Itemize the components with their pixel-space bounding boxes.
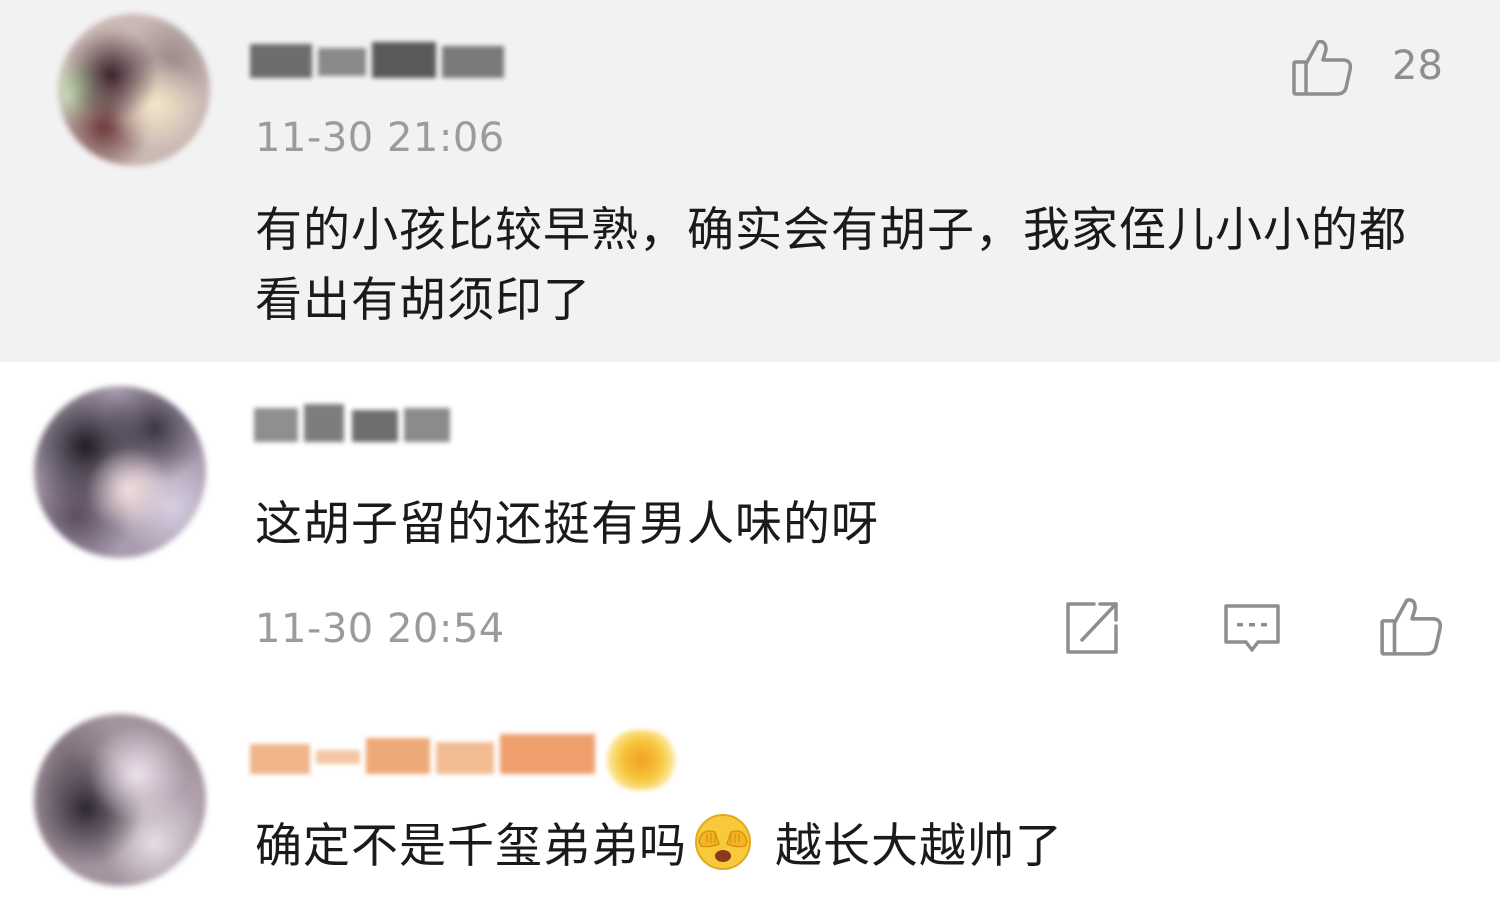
- comment-item[interactable]: 11-30 21:06 有的小孩比较早熟，确实会有胡子，我家侄儿小小的都看出有胡…: [0, 0, 1500, 362]
- thumbs-up-icon: [1292, 39, 1353, 96]
- comment-item[interactable]: 这胡子留的还挺有男人味的呀 11-30 20:54: [0, 362, 1500, 692]
- comment-item[interactable]: 确定不是千玺弟弟吗 越长大越帅了: [0, 692, 1500, 920]
- avatar[interactable]: [34, 386, 206, 558]
- username[interactable]: [250, 38, 504, 82]
- comment-timestamp: 11-30 21:06: [255, 115, 505, 161]
- username[interactable]: [254, 402, 450, 446]
- see-no-evil-face-emoji: [695, 814, 751, 870]
- comment-text: 确定不是千玺弟弟吗 越长大越帅了: [255, 812, 1445, 882]
- share-button[interactable]: [1060, 596, 1124, 660]
- comment-timestamp: 11-30 20:54: [255, 606, 505, 652]
- like-button[interactable]: 28: [1290, 34, 1443, 98]
- like-count: 28: [1392, 43, 1443, 89]
- comment-icon: [1224, 604, 1280, 652]
- avatar[interactable]: [34, 714, 206, 886]
- comment-text: 这胡子留的还挺有男人味的呀: [255, 497, 879, 552]
- comment-list: 11-30 21:06 有的小孩比较早熟，确实会有胡子，我家侄儿小小的都看出有胡…: [0, 0, 1500, 920]
- username[interactable]: [250, 732, 595, 776]
- comment-text-part: 确定不是千玺弟弟吗: [255, 819, 687, 874]
- comment-text: 有的小孩比较早熟，确实会有胡子，我家侄儿小小的都看出有胡须印了: [255, 203, 1407, 328]
- like-button[interactable]: [1378, 592, 1443, 656]
- reply-button[interactable]: [1220, 598, 1284, 662]
- thumbs-up-icon: [1380, 598, 1443, 656]
- share-icon: [1066, 602, 1118, 654]
- vip-badge: [606, 730, 676, 790]
- avatar[interactable]: [58, 14, 210, 166]
- comment-text-part: 越长大越帅了: [759, 819, 1063, 874]
